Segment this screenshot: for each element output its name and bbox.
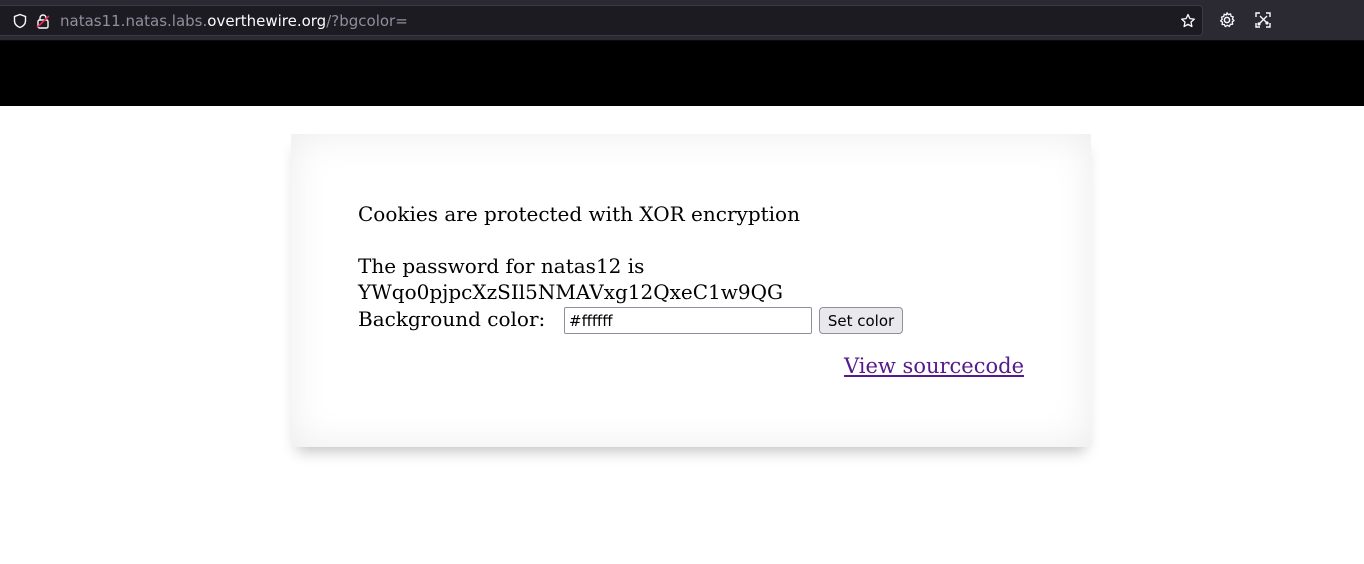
lock-icon[interactable] <box>35 13 51 29</box>
view-sourcecode-link[interactable]: View sourcecode <box>844 354 1024 378</box>
intro-text: Cookies are protected with XOR encryptio… <box>358 202 800 226</box>
browser-toolbar: natas11.natas.labs.overthewire.org/?bgco… <box>0 0 1364 41</box>
screenshot-icon[interactable] <box>1254 11 1272 29</box>
address-bar[interactable]: natas11.natas.labs.overthewire.org/?bgco… <box>0 5 1203 36</box>
star-icon[interactable] <box>1180 13 1196 29</box>
page-header-bar <box>0 41 1364 106</box>
gear-icon[interactable] <box>1218 11 1236 29</box>
shield-icon[interactable] <box>12 13 28 29</box>
password-label: The password for natas12 is <box>358 254 645 278</box>
url-text[interactable]: natas11.natas.labs.overthewire.org/?bgco… <box>60 12 408 30</box>
url-subdomain: natas11.natas.labs. <box>60 12 208 30</box>
content-panel: Cookies are protected with XOR encryptio… <box>291 134 1091 447</box>
url-path: /?bgcolor= <box>326 12 408 30</box>
set-color-button[interactable]: Set color <box>819 307 903 334</box>
background-color-label: Background color: <box>358 307 546 331</box>
password-value: YWqo0pjpcXzSIl5NMAVxg12QxeC1w9QG <box>358 280 783 304</box>
url-domain: overthewire.org <box>207 12 327 30</box>
background-color-input[interactable] <box>564 307 812 334</box>
